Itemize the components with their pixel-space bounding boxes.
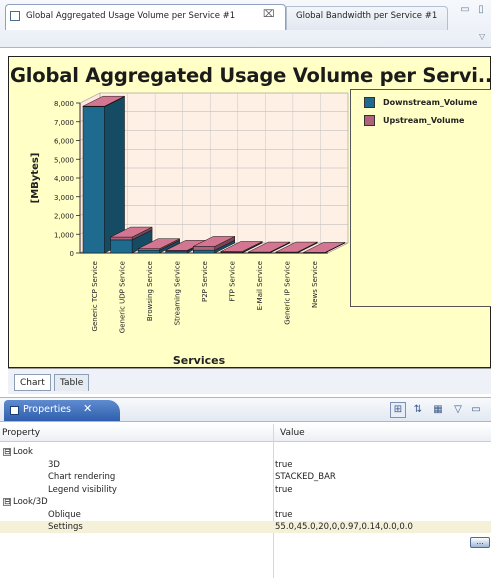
properties-icon [10, 406, 19, 415]
property-category-row[interactable]: ⊟ Look/3D [0, 496, 491, 508]
view-menu-icon[interactable]: ▽ [450, 402, 466, 418]
bar-upstream [193, 246, 215, 251]
y-tick-label: 2,000 [54, 213, 74, 221]
y-tick-label: 5,000 [54, 156, 74, 164]
property-name: 3D [48, 460, 60, 470]
column-header-property[interactable]: Property [0, 424, 273, 442]
property-value[interactable]: 55.0,45.0,20,0,0.97,0.14,0.0,0.0 [275, 521, 413, 533]
bar-upstream [110, 236, 133, 241]
x-tick-label: FTP Service [229, 261, 237, 302]
property-row[interactable]: 3D true [0, 459, 491, 471]
legend-label-downstream: Downstream_Volume [383, 98, 478, 107]
legend-swatch-upstream [364, 115, 375, 126]
legend-label-upstream: Upstream_Volume [383, 116, 465, 125]
x-tick-label: Generic UDP Service [118, 261, 126, 333]
property-value[interactable]: true [275, 459, 292, 471]
bar-downstream [193, 249, 215, 254]
y-tick-label: 1,000 [54, 231, 74, 239]
property-name: Look/3D [13, 497, 48, 507]
tab-chart[interactable]: Chart [14, 374, 51, 391]
y-tick-label: 0 [70, 250, 74, 258]
x-tick-label: E-Mail Service [256, 261, 264, 310]
legend-swatch-downstream [364, 97, 375, 108]
bar-downstream [165, 250, 188, 254]
bar-downstream [110, 239, 133, 254]
property-name: Look [13, 447, 33, 457]
collapse-icon[interactable]: ⊟ [3, 448, 11, 456]
tab-table[interactable]: Table [54, 374, 90, 391]
property-name: Settings [48, 522, 83, 532]
property-value[interactable]: STACKED_BAR [275, 471, 336, 483]
x-tick-label: Generic IP Service [284, 261, 292, 325]
bar-downstream [137, 249, 160, 254]
x-tick-label: Generic TCP Service [91, 261, 99, 331]
x-tick-label: P2P Service [201, 261, 209, 302]
property-name: Oblique [48, 510, 81, 520]
properties-tab-label: Properties [23, 404, 72, 415]
property-row[interactable]: Chart rendering STACKED_BAR [0, 471, 491, 483]
y-tick-label: 7,000 [54, 119, 74, 127]
bar-downstream-side [104, 96, 125, 254]
settings-ellipsis-button[interactable]: ... [470, 537, 490, 548]
plot-area: 0 1,000 2,000 3,000 4,000 5,000 6,000 7,000 8,00… [30, 92, 349, 367]
property-category-row[interactable]: ⊟ Look [0, 446, 491, 458]
show-advanced-icon[interactable]: ⇅ [410, 402, 426, 418]
property-value[interactable]: true [275, 484, 292, 496]
restore-default-icon[interactable]: ▦ [430, 402, 446, 418]
x-tick-label: News Service [311, 261, 319, 308]
x-axis-title: Services [173, 354, 226, 367]
show-categories-icon[interactable]: ⊞ [390, 402, 406, 418]
collapse-icon[interactable]: ⊟ [3, 498, 11, 506]
y-tick-label: 8,000 [54, 100, 74, 108]
property-row[interactable]: Legend visibility true [0, 484, 491, 496]
property-name: Legend visibility [48, 485, 117, 495]
property-row[interactable]: Settings 55.0,45.0,20,0,0.97,0.14,0.0,0.0 [0, 521, 491, 533]
property-row[interactable]: Oblique true [0, 509, 491, 521]
properties-close-icon[interactable]: ✕ [83, 402, 92, 415]
x-tick-label: Browsing Service [146, 261, 154, 321]
minimize-icon[interactable]: ▭ [468, 402, 484, 418]
property-name: Chart rendering [48, 472, 116, 482]
y-axis-title: [MBytes] [30, 153, 41, 204]
bar-downstream [82, 106, 105, 254]
property-value[interactable]: true [275, 509, 292, 521]
y-tick-label: 6,000 [54, 138, 74, 146]
x-tick-label: Streaming Service [173, 261, 181, 325]
y-tick-label: 3,000 [54, 194, 74, 202]
column-header-value[interactable]: Value [274, 424, 491, 442]
y-tick-label: 4,000 [54, 175, 74, 183]
